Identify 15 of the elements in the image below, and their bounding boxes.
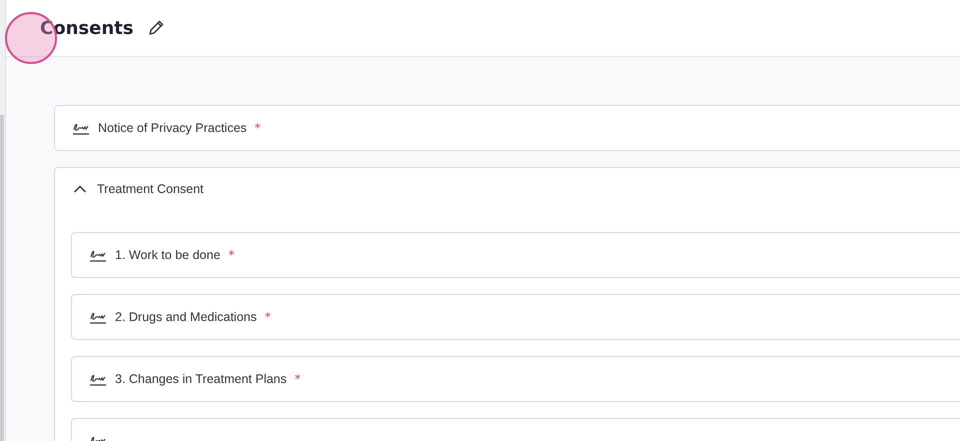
consent-title: 2. Drugs and Medications [115, 310, 257, 324]
consent-form-row[interactable]: 3. Changes in Treatment Plans * [71, 356, 960, 402]
consent-title: 1. Work to be done [115, 248, 220, 262]
required-marker: * [264, 310, 271, 324]
consent-title: 3. Changes in Treatment Plans [115, 372, 287, 386]
group-header[interactable]: Treatment Consent [71, 168, 204, 210]
consent-form-row[interactable]: Notice of Privacy Practices * [54, 105, 960, 151]
required-marker: * [294, 372, 301, 386]
required-marker: * [228, 248, 234, 262]
required-marker: * [254, 121, 261, 135]
consent-title: Notice of Privacy Practices [98, 121, 247, 135]
consent-form-row[interactable]: 2. Drugs and Medications * [71, 294, 960, 340]
consent-form-row[interactable]: 1. Work to be done * [71, 232, 960, 278]
chevron-icon [73, 184, 87, 194]
pencil-icon [147, 19, 166, 37]
